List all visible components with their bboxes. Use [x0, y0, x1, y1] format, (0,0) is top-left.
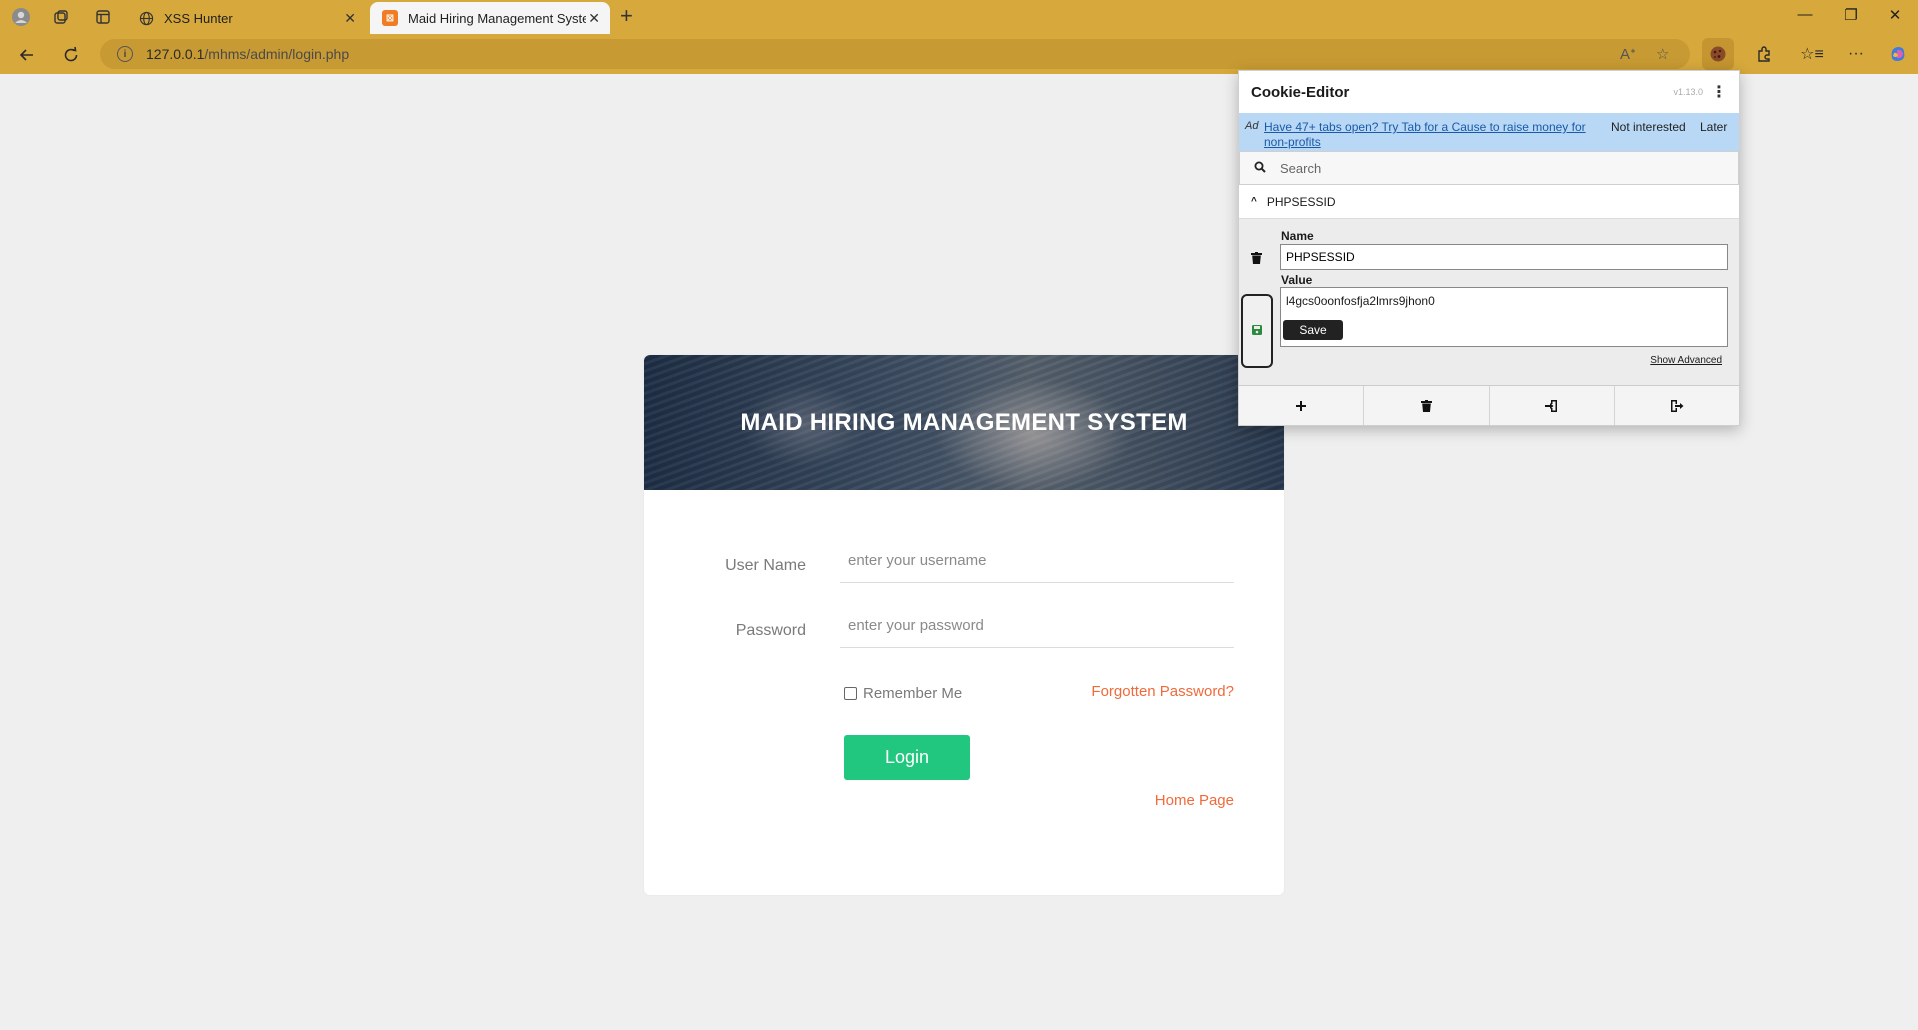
favorite-star-icon[interactable]: ☆ [1656, 39, 1669, 69]
site-info-icon[interactable]: i [117, 46, 133, 62]
browser-toolbar: i 127.0.0.1/mhms/admin/login.php Aᐩ ☆ ☆≡… [0, 34, 1918, 74]
login-header-banner: MAID HIRING MANAGEMENT SYSTEM [644, 355, 1284, 490]
username-label: User Name [725, 557, 806, 574]
page-title: MAID HIRING MANAGEMENT SYSTEM [740, 408, 1188, 436]
profile-icon[interactable] [10, 6, 32, 28]
save-button[interactable]: Save [1283, 320, 1343, 340]
forgot-password-link[interactable]: Forgotten Password? [1091, 683, 1234, 700]
add-icon[interactable] [1239, 386, 1365, 425]
password-input[interactable] [840, 604, 1234, 648]
refresh-icon[interactable] [58, 42, 84, 68]
extensions-icon[interactable] [1748, 38, 1780, 70]
new-tab-icon[interactable]: + [620, 5, 633, 27]
username-input[interactable] [840, 539, 1234, 583]
globe-icon [138, 10, 154, 26]
more-menu-icon[interactable]: ··· [1840, 38, 1872, 70]
xampp-icon: ⊠ [382, 10, 398, 26]
save-cookie-button[interactable] [1241, 294, 1273, 368]
tab-xss-hunter[interactable]: XSS Hunter ✕ [126, 2, 366, 34]
tab-title: Maid Hiring Management System [408, 10, 586, 26]
cookie-editor-header: Cookie-Editor v1.13.0 ⋮ [1239, 71, 1739, 113]
ad-banner: Ad Have 47+ tabs open? Try Tab for a Cau… [1239, 113, 1739, 151]
ad-tag: Ad [1245, 120, 1259, 132]
workspaces-icon[interactable] [50, 6, 72, 28]
cookie-item-header[interactable]: ^ PHPSESSID [1239, 185, 1739, 219]
close-tab-icon[interactable]: ✕ [344, 10, 356, 27]
floppy-disk-icon [1252, 324, 1262, 338]
search-icon [1254, 161, 1266, 176]
minimize-icon[interactable]: — [1790, 6, 1820, 23]
cookie-edit-form: Name Value l4gcs0oonfosfja2lmrs9jhon0 Sa… [1239, 219, 1739, 385]
copilot-icon[interactable] [1882, 38, 1914, 70]
export-icon[interactable] [1615, 386, 1739, 425]
password-row: Password [644, 604, 1284, 654]
restore-icon[interactable]: ❐ [1836, 6, 1866, 24]
close-tab-icon[interactable]: ✕ [588, 10, 600, 27]
ad-link[interactable]: Have 47+ tabs open? Try Tab for a Cause … [1264, 120, 1599, 150]
cookie-search [1239, 151, 1739, 185]
trash-icon[interactable] [1251, 252, 1262, 267]
search-input[interactable] [1280, 160, 1680, 176]
name-label: Name [1281, 229, 1314, 243]
version-label: v1.13.0 [1673, 87, 1703, 97]
cookie-value-textarea[interactable]: l4gcs0oonfosfja2lmrs9jhon0 Save [1280, 287, 1728, 347]
not-interested-button[interactable]: Not interested [1611, 120, 1686, 134]
cookie-name-input[interactable] [1280, 244, 1728, 270]
login-button[interactable]: Login [844, 735, 970, 780]
read-aloud-icon[interactable]: Aᐩ [1620, 39, 1636, 69]
favorites-icon[interactable]: ☆≡ [1796, 38, 1828, 70]
tab-title: XSS Hunter [164, 10, 233, 26]
kebab-menu-icon[interactable]: ⋮ [1711, 82, 1727, 102]
back-icon[interactable] [14, 42, 40, 68]
address-bar[interactable]: i 127.0.0.1/mhms/admin/login.php Aᐩ ☆ [100, 39, 1690, 69]
show-advanced-link[interactable]: Show Advanced [1650, 355, 1722, 366]
tab-bar: XSS Hunter ✕ ⊠ Maid Hiring Management Sy… [0, 0, 1918, 34]
cookie-name: PHPSESSID [1266, 194, 1336, 209]
url-text: 127.0.0.1/mhms/admin/login.php [146, 46, 350, 62]
remember-me[interactable]: Remember Me [844, 685, 962, 702]
password-label: Password [735, 622, 806, 639]
tab-maid-hiring[interactable]: ⊠ Maid Hiring Management System ✕ [370, 2, 610, 34]
delete-all-icon[interactable] [1364, 386, 1490, 425]
remember-me-checkbox[interactable] [844, 687, 857, 700]
cookie-actions-bar [1239, 385, 1739, 425]
cookie-editor-title: Cookie-Editor [1251, 84, 1350, 101]
home-page-link[interactable]: Home Page [1155, 792, 1234, 809]
login-card: MAID HIRING MANAGEMENT SYSTEM User Name … [644, 355, 1284, 895]
close-window-icon[interactable]: ✕ [1880, 6, 1910, 24]
chevron-up-icon[interactable]: ^ [1251, 196, 1257, 207]
username-row: User Name [644, 539, 1284, 589]
later-button[interactable]: Later [1700, 120, 1727, 134]
remember-me-label: Remember Me [863, 685, 963, 702]
import-icon[interactable] [1490, 386, 1615, 425]
cookie-editor-extension-icon[interactable] [1702, 38, 1734, 70]
value-label: Value [1281, 273, 1313, 287]
tab-actions-icon[interactable] [92, 6, 114, 28]
cookie-value-text: l4gcs0oonfosfja2lmrs9jhon0 [1286, 294, 1435, 308]
cookie-editor-popup: Cookie-Editor v1.13.0 ⋮ Ad Have 47+ tabs… [1238, 70, 1740, 426]
